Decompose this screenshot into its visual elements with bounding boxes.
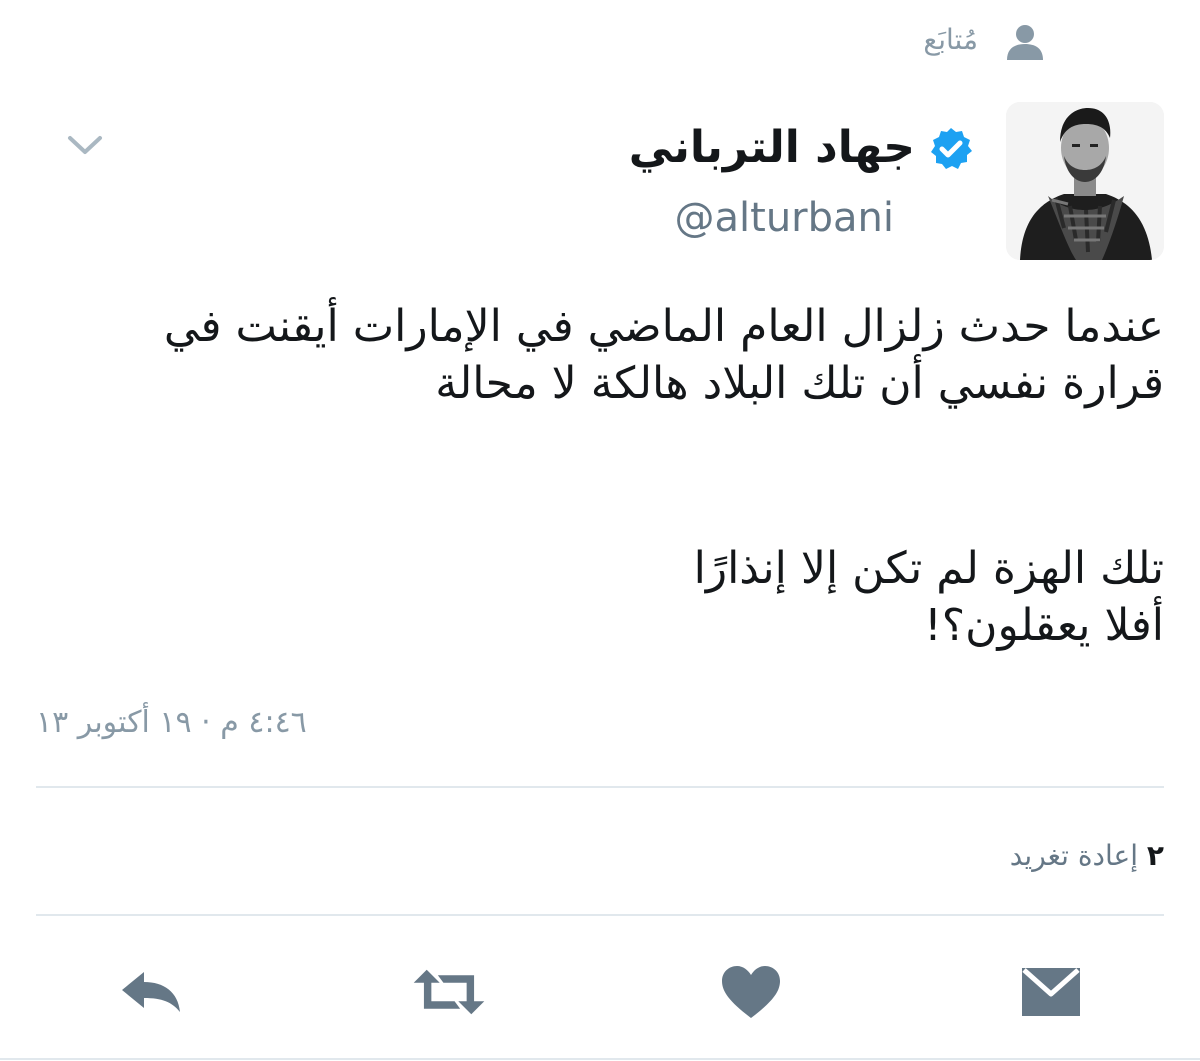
chevron-down-icon[interactable]	[62, 128, 108, 162]
user-handle[interactable]: @alturbani	[675, 190, 894, 246]
envelope-icon	[1022, 968, 1080, 1016]
divider	[36, 786, 1164, 788]
retweet-button[interactable]	[410, 960, 488, 1024]
tweet-line: أفلا يعقلون؟!	[924, 600, 1164, 651]
tweet-text: عندما حدث زلزال العام الماضي في الإمارات…	[54, 298, 1164, 654]
person-icon	[1000, 22, 1050, 62]
direct-message-button[interactable]	[1012, 960, 1090, 1024]
divider	[0, 1058, 1200, 1060]
following-status[interactable]: مُتابَع	[923, 16, 978, 64]
retweet-count: ٢	[1146, 839, 1164, 872]
retweet-icon	[413, 969, 485, 1015]
avatar[interactable]	[1006, 102, 1164, 260]
tweet-line: قرارة نفسي أن تلك البلاد هالكة لا محالة	[435, 358, 1164, 409]
tweet-line: عندما حدث زلزال العام الماضي في الإمارات…	[163, 301, 1164, 352]
retweet-stats[interactable]: ٢ إعادة تغريد	[1010, 836, 1164, 876]
display-name[interactable]: جهاد الترباني	[629, 118, 915, 178]
reply-button[interactable]	[112, 960, 190, 1024]
retweet-label: إعادة تغريد	[1009, 839, 1138, 872]
heart-icon	[722, 966, 780, 1018]
divider	[36, 914, 1164, 916]
tweet-timestamp: ٤:٤٦ م · ١٩ أكتوبر ١٣	[36, 705, 307, 740]
verified-badge-icon	[928, 126, 974, 172]
like-button[interactable]	[712, 960, 790, 1024]
reply-icon	[122, 972, 180, 1012]
tweet-line: تلك الهزة لم تكن إلا إنذارًا	[693, 543, 1164, 594]
